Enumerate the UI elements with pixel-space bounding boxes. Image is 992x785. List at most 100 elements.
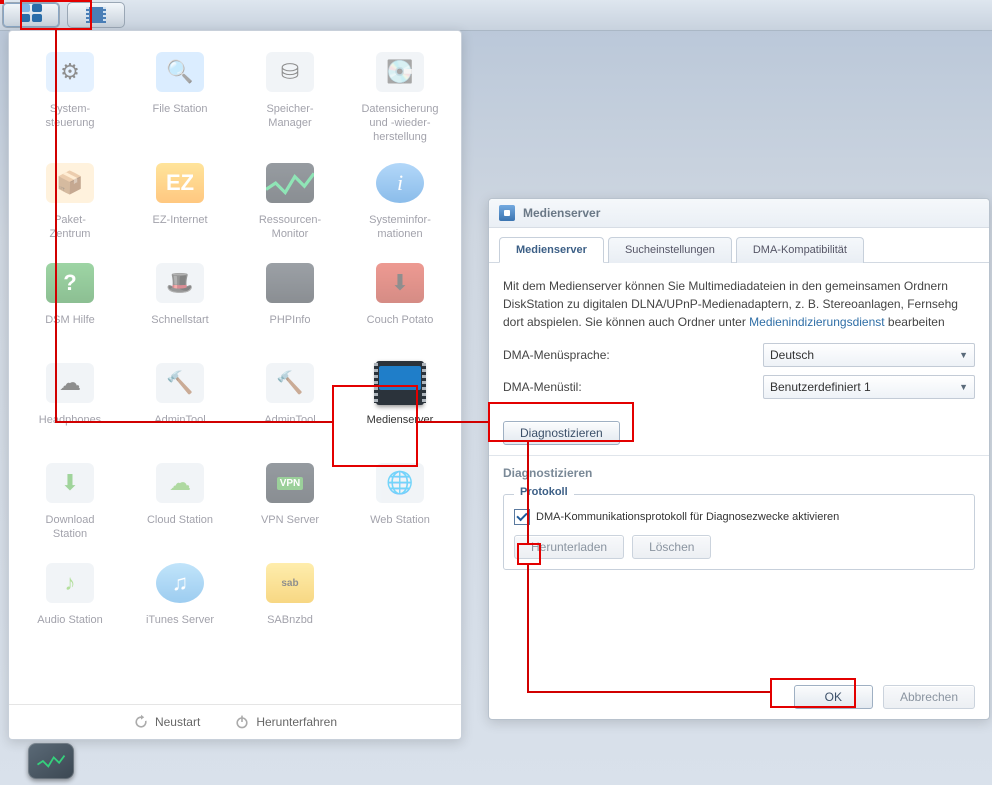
app-systeminformationen[interactable]: i Systeminfor- mationen: [345, 154, 455, 244]
dma-lang-select[interactable]: Deutsch ▼: [763, 343, 975, 367]
app-label: EZ-Internet: [125, 214, 235, 244]
help-icon: ?: [46, 263, 94, 303]
mediaserver-title-icon: [499, 205, 515, 221]
app-itunesserver[interactable]: ♫ iTunes Server: [125, 554, 235, 644]
app-audiostation[interactable]: ♪ Audio Station: [15, 554, 125, 644]
app-webstation[interactable]: 🌐 Web Station: [345, 454, 455, 544]
folder-search-icon: 🔍: [156, 52, 204, 92]
app-label: Headphones: [15, 414, 125, 444]
app-vpnserver[interactable]: VPN VPN Server: [235, 454, 345, 544]
app-label: Schnellstart: [125, 314, 235, 344]
herunterladen-button[interactable]: Herunterladen: [514, 535, 624, 559]
tab-label: Medienserver: [516, 244, 587, 256]
app-label: Audio Station: [15, 614, 125, 644]
tab-sucheinstellungen[interactable]: Sucheinstellungen: [608, 237, 732, 263]
app-label: Cloud Station: [125, 514, 235, 544]
mediaserver-window-title: Medienserver: [489, 199, 989, 228]
abbrechen-button[interactable]: Abbrechen: [883, 685, 975, 709]
couchpotato-icon: ⬇: [376, 263, 424, 303]
app-label: iTunes Server: [125, 614, 235, 644]
ok-button[interactable]: OK: [794, 685, 873, 709]
app-datensicherung[interactable]: 💽 Datensicherung und -wieder- herstellun…: [345, 43, 455, 144]
chevron-down-icon: ▼: [959, 382, 968, 392]
launcher-footer: Neustart Herunterfahren: [9, 704, 461, 739]
shutdown-label: Herunterfahren: [256, 715, 337, 729]
restart-icon: [133, 714, 149, 730]
cloud-icon: ☁: [156, 463, 204, 503]
app-admintool-2[interactable]: 🔨 AdminTool: [235, 354, 345, 444]
dma-style-select[interactable]: Benutzerdefiniert 1 ▼: [763, 375, 975, 399]
app-label: PHPInfo: [235, 314, 345, 344]
app-label: File Station: [125, 103, 235, 133]
app-label: Couch Potato: [345, 314, 455, 344]
dma-lang-value: Deutsch: [770, 348, 814, 362]
loeschen-button[interactable]: Löschen: [632, 535, 711, 559]
admintool-icon: 🔨: [156, 363, 204, 403]
app-admintool-1[interactable]: 🔨 AdminTool: [125, 354, 235, 444]
app-label: Systeminfor- mationen: [345, 214, 455, 244]
package-icon: 📦: [46, 163, 94, 203]
chevron-down-icon: ▼: [959, 350, 968, 360]
medienindizierungsdienst-link[interactable]: Medienindizierungsdienst: [749, 315, 884, 329]
shutdown-button[interactable]: Herunterfahren: [234, 714, 337, 730]
app-label: Web Station: [345, 514, 455, 544]
app-label: SABnzbd: [235, 614, 345, 644]
monitor-icon: [37, 752, 65, 770]
itunes-icon: ♫: [156, 563, 204, 603]
app-label: Paket- Zentrum: [15, 214, 125, 244]
dma-style-value: Benutzerdefiniert 1: [770, 380, 871, 394]
app-label: AdminTool: [125, 414, 235, 444]
mediaserver-icon: [376, 361, 424, 405]
php-icon: [266, 263, 314, 303]
diagnostizieren-button[interactable]: Diagnostizieren: [503, 421, 620, 445]
app-speichermanager[interactable]: ⛁ Speicher- Manager: [235, 43, 345, 144]
mediaserver-tabs: Medienserver Sucheinstellungen DMA-Kompa…: [489, 228, 989, 263]
ez-icon: EZ: [156, 163, 204, 203]
app-phpinfo[interactable]: PHPInfo: [235, 254, 345, 344]
app-label: DSM Hilfe: [15, 314, 125, 344]
mediaserver-footer: OK Abbrechen: [489, 675, 989, 719]
admintool-icon: 🔨: [266, 363, 314, 403]
taskbar-video-button[interactable]: [67, 2, 125, 28]
tab-medienserver[interactable]: Medienserver: [499, 237, 604, 263]
dma-style-label: DMA-Menüstil:: [503, 380, 763, 394]
app-label: AdminTool: [235, 414, 345, 444]
app-couchpotato[interactable]: ⬇ Couch Potato: [345, 254, 455, 344]
app-headphones[interactable]: ☁ Headphones: [15, 354, 125, 444]
mediaserver-window: Medienserver Medienserver Sucheinstellun…: [488, 198, 990, 720]
storage-icon: ⛁: [266, 52, 314, 92]
launcher-grid: ⚙ System- steuerung 🔍 File Station ⛁ Spe…: [9, 31, 461, 650]
launcher-panel: ⚙ System- steuerung 🔍 File Station ⛁ Spe…: [8, 30, 462, 740]
mediaserver-intro: Mit dem Medienserver können Sie Multimed…: [503, 277, 975, 331]
app-medienserver[interactable]: Medienserver: [345, 354, 455, 444]
dock-resource-monitor[interactable]: [28, 743, 74, 779]
tab-label: DMA-Kompatibilität: [753, 244, 847, 256]
app-systemsteuerung[interactable]: ⚙ System- steuerung: [15, 43, 125, 144]
restart-button[interactable]: Neustart: [133, 714, 200, 730]
app-ressourcenmonitor[interactable]: Ressourcen- Monitor: [235, 154, 345, 244]
dma-lang-label: DMA-Menüsprache:: [503, 348, 763, 362]
intro-text-2: bearbeiten: [885, 315, 945, 329]
app-schnellstart[interactable]: 🎩 Schnellstart: [125, 254, 235, 344]
app-downloadstation[interactable]: ⬇ Download Station: [15, 454, 125, 544]
app-paketzentrum[interactable]: 📦 Paket- Zentrum: [15, 154, 125, 244]
app-ezinternet[interactable]: EZ EZ-Internet: [125, 154, 235, 244]
app-sabnzbd[interactable]: sab SABnzbd: [235, 554, 345, 644]
dma-protokoll-checkbox[interactable]: [514, 509, 530, 525]
wizard-hat-icon: 🎩: [156, 263, 204, 303]
info-icon: i: [376, 163, 424, 203]
control-panel-icon: ⚙: [46, 52, 94, 92]
app-dsmhilfe[interactable]: ? DSM Hilfe: [15, 254, 125, 344]
app-filestation[interactable]: 🔍 File Station: [125, 43, 235, 144]
audio-icon: ♪: [46, 563, 94, 603]
restart-label: Neustart: [155, 715, 200, 729]
protokoll-fieldset: Protokoll DMA-Kommunikationsprotokoll fü…: [503, 494, 975, 570]
apps-grid-icon: [17, 3, 45, 23]
app-cloudstation[interactable]: ☁ Cloud Station: [125, 454, 235, 544]
taskbar-launcher-button[interactable]: [2, 2, 60, 28]
app-label: Ressourcen- Monitor: [235, 214, 345, 244]
diagnostizieren-section-title: Diagnostizieren: [489, 455, 989, 490]
mediaserver-title-text: Medienserver: [523, 206, 600, 220]
tab-dma-kompatibilitaet[interactable]: DMA-Kompatibilität: [736, 237, 864, 263]
tab-label: Sucheinstellungen: [625, 244, 715, 256]
